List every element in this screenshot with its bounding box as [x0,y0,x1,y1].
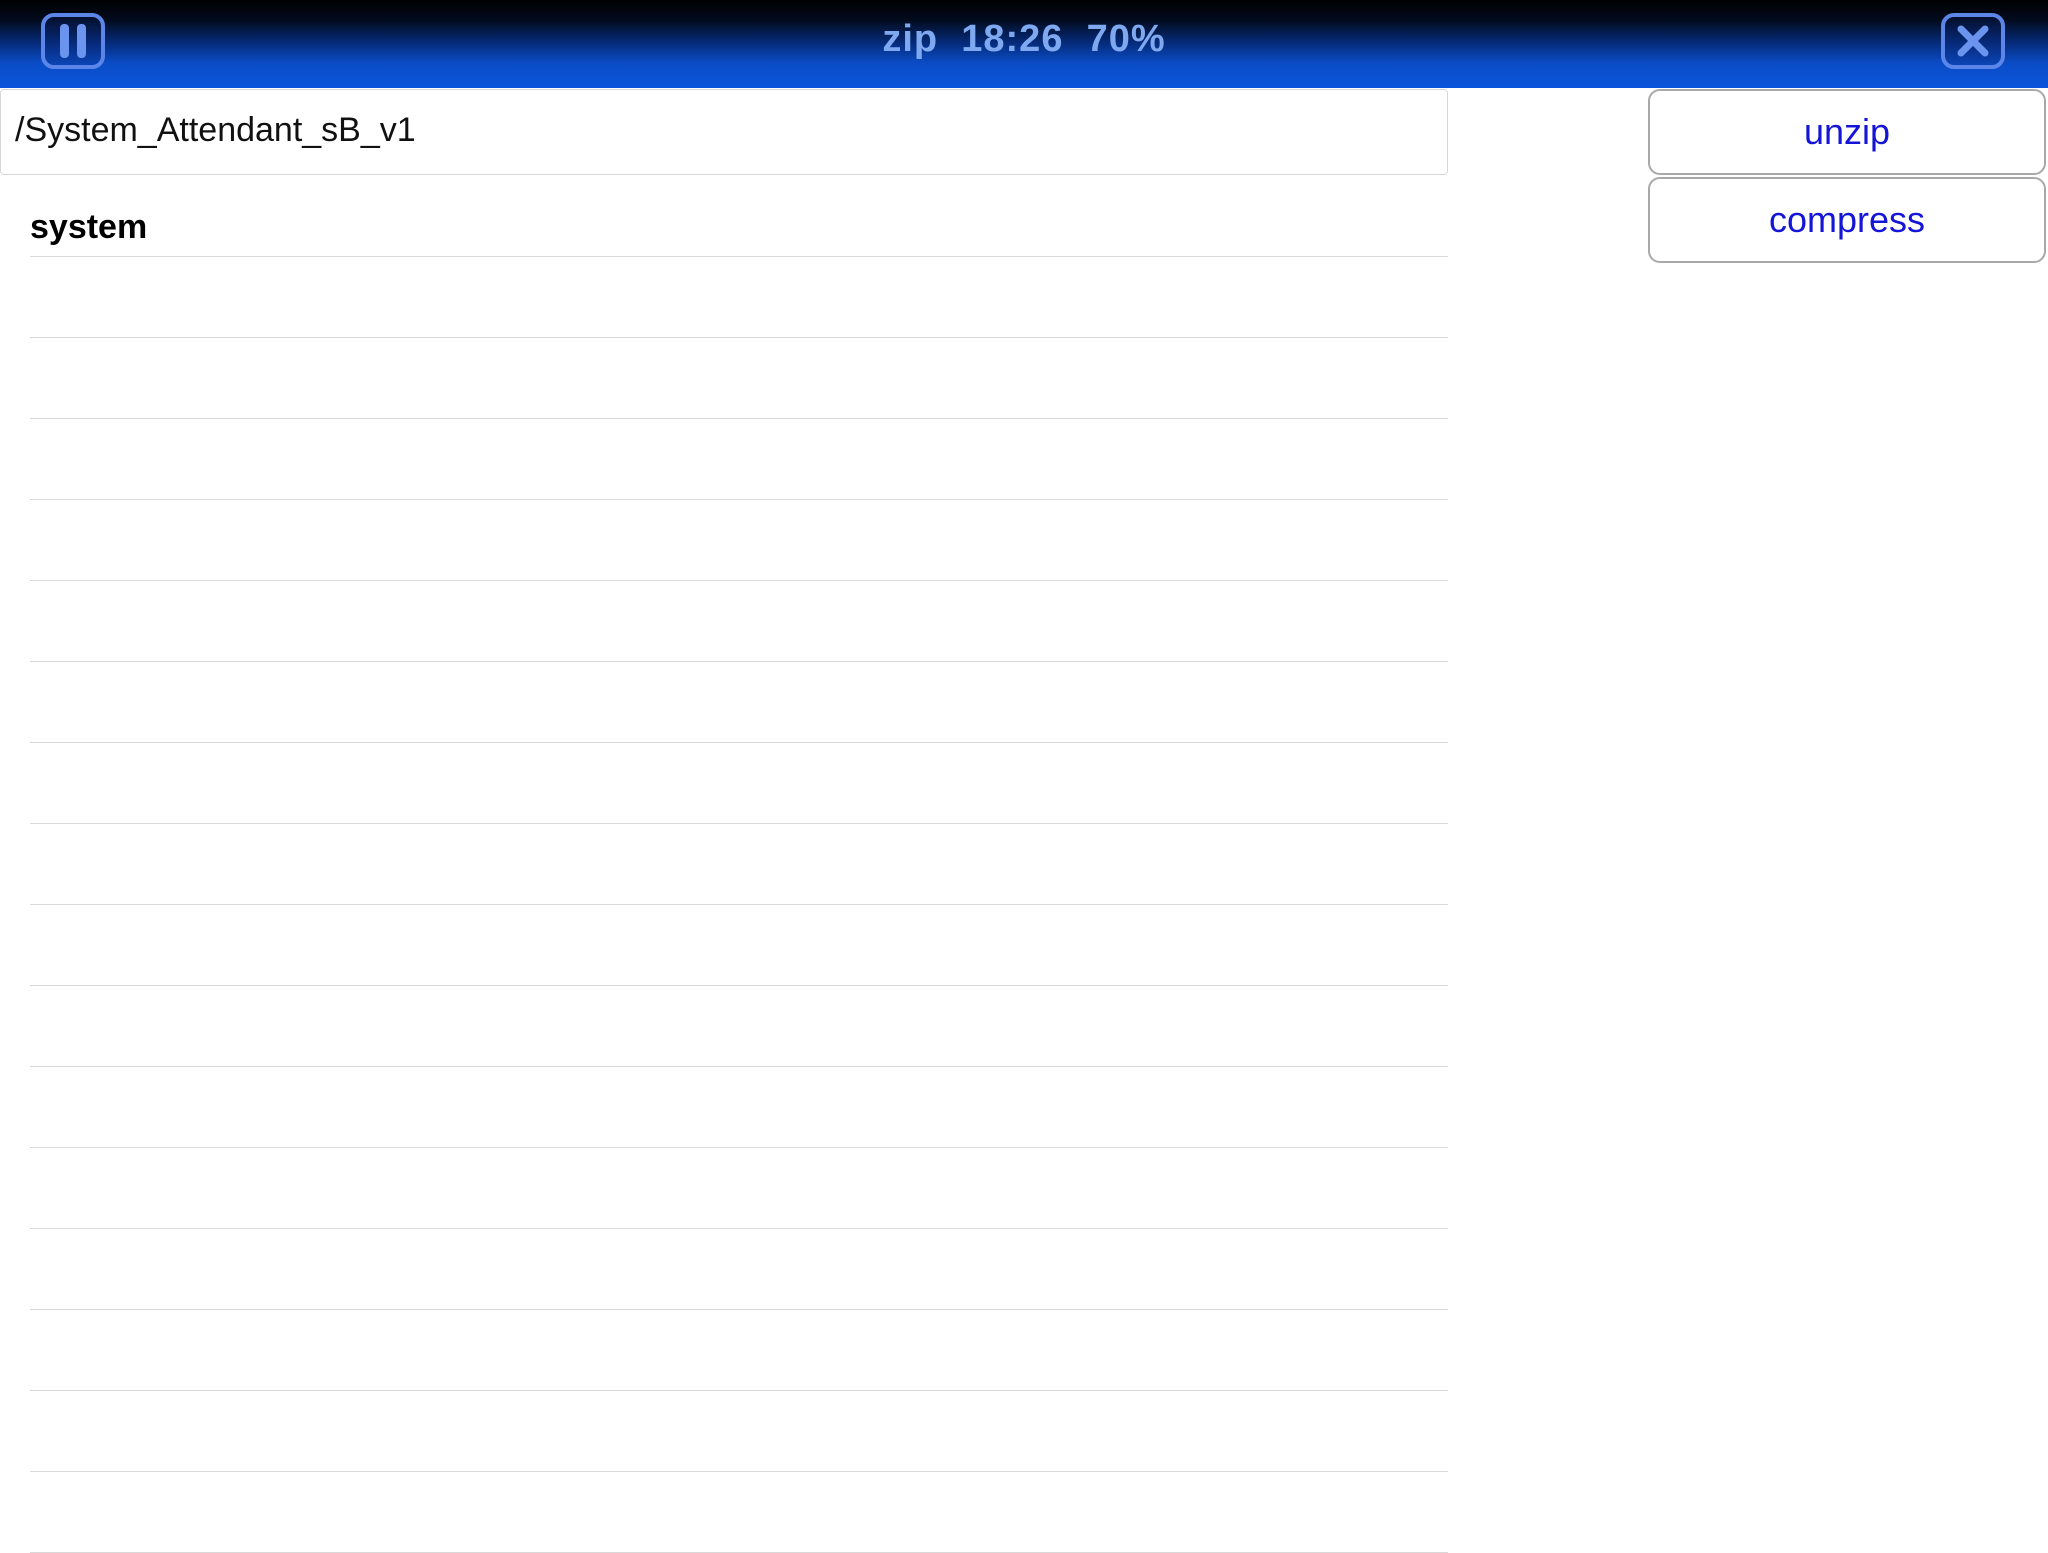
list-item[interactable] [30,1148,1448,1229]
list-item[interactable] [30,824,1448,905]
window-title: zip 18:26 70% [882,18,1166,60]
path-field[interactable]: /System_Attendant_sB_v1 [0,89,1448,175]
list-item[interactable] [30,1229,1448,1310]
top-toolbar: zip 18:26 70% [0,0,2048,88]
close-icon [1957,25,1989,57]
close-button[interactable] [1941,13,2005,69]
list-item-label: system [30,208,148,246]
list-item[interactable] [30,419,1448,500]
list-item[interactable] [30,1391,1448,1472]
path-value: /System_Attendant_sB_v1 [15,111,416,149]
list-item[interactable] [30,662,1448,743]
compress-button[interactable]: compress [1648,177,2046,263]
list-item[interactable] [30,1067,1448,1148]
list-item[interactable] [30,500,1448,581]
list-item[interactable] [30,257,1448,338]
list-item[interactable] [30,905,1448,986]
list-item[interactable] [30,986,1448,1067]
list-item[interactable] [30,1310,1448,1391]
list-item[interactable] [30,1472,1448,1553]
list-item[interactable] [30,581,1448,662]
unzip-button[interactable]: unzip [1648,89,2046,175]
list-item[interactable] [30,338,1448,419]
file-list: system [30,176,1448,1553]
list-item[interactable] [30,743,1448,824]
list-item[interactable]: system [30,176,1448,257]
